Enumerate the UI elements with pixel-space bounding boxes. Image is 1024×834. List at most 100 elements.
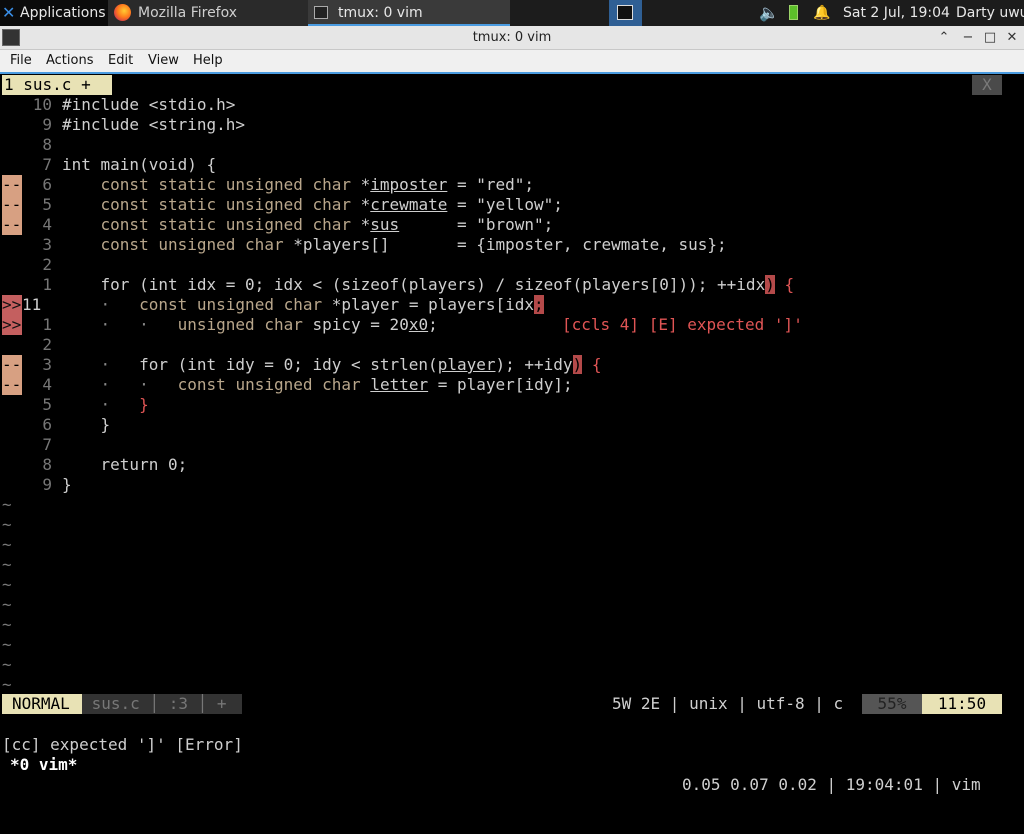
code-text: const static unsigned char *sus = "brown… <box>100 215 554 234</box>
tilde-line: ~ <box>0 655 1024 675</box>
maximize-button[interactable]: □ <box>980 26 1000 49</box>
tilde-line: ~ <box>0 575 1024 595</box>
code-text: · for (int idy = 0; idy < strlen(player)… <box>100 355 602 374</box>
change-sign: -- <box>2 175 22 195</box>
tilde-marker: ~ <box>2 535 12 554</box>
line-number: 1 <box>42 275 52 294</box>
code-line[interactable]: >> 11 · const unsigned char *player = pla… <box>0 295 1024 315</box>
minimize-button[interactable]: − <box>958 26 978 49</box>
tilde-line: ~ <box>0 675 1024 695</box>
code-line[interactable]: -- 6 const static unsigned char *imposter… <box>0 175 1024 195</box>
tmux-window[interactable]: *0 vim* <box>10 755 77 775</box>
notification-bell-icon[interactable]: 🔔 <box>813 0 830 26</box>
diagnostic-virtual-text: [ccls 4] [E] expected ']' <box>562 315 803 334</box>
tilde-line: ~ <box>0 515 1024 535</box>
line-number: 9 <box>42 115 52 134</box>
terminal[interactable]: 1 sus.c + X 10 #include <stdio.h> 9 #includ… <box>0 74 1024 794</box>
tilde-line: ~ <box>0 615 1024 635</box>
code-line[interactable]: 2 <box>0 255 1024 275</box>
code-line[interactable]: 10 #include <stdio.h> <box>0 95 1024 115</box>
task-firefox[interactable]: Mozilla Firefox <box>108 0 308 26</box>
tilde-line: ~ <box>0 535 1024 555</box>
code-line[interactable]: 5 · } <box>0 395 1024 415</box>
code-line[interactable]: 6 } <box>0 415 1024 435</box>
task-firefox-label: Mozilla Firefox <box>138 5 238 21</box>
change-sign: -- <box>2 215 22 235</box>
top-panel: ✕ Applications Mozilla Firefox tmux: 0 v… <box>0 0 1024 26</box>
firefox-icon <box>114 4 131 21</box>
tilde-marker: ~ <box>2 615 12 634</box>
vim-cmdline[interactable]: [cc] expected ']' [Error] <box>0 715 1024 754</box>
clock[interactable]: Sat 2 Jul, 19:04 <box>843 0 950 26</box>
code-line[interactable]: 9} <box>0 475 1024 495</box>
code-text: · · const unsigned char letter = player[… <box>100 375 573 394</box>
line-number: 8 <box>42 135 52 154</box>
code-text: return 0; <box>62 455 188 474</box>
menu-view[interactable]: View <box>148 50 179 72</box>
window-title: tmux: 0 vim <box>472 30 552 45</box>
window-titlebar[interactable]: tmux: 0 vim ⌃ − □ ✕ <box>0 26 1024 50</box>
battery-icon[interactable] <box>789 5 798 20</box>
line-number: 1 <box>42 315 52 334</box>
vim-tab[interactable]: 1 sus.c + <box>2 75 112 95</box>
tilde-line: ~ <box>0 595 1024 615</box>
modified-flag: + <box>216 694 227 713</box>
cursor-position: 11:50 <box>922 694 1002 714</box>
line-number: 4 <box>42 215 52 234</box>
tilde-line: ~ <box>0 495 1024 515</box>
user-name[interactable]: Darty uwu <box>956 0 1024 26</box>
close-button[interactable]: ✕ <box>1002 26 1022 49</box>
code-line[interactable]: >> 1 · · unsigned char spicy = 20x0; [ccls… <box>0 315 1024 335</box>
tilde-marker: ~ <box>2 635 12 654</box>
menu-help[interactable]: Help <box>193 50 223 72</box>
line-number: 2 <box>42 255 52 274</box>
menu-edit[interactable]: Edit <box>108 50 133 72</box>
code-line[interactable]: 9 #include <string.h> <box>0 115 1024 135</box>
code-line[interactable]: -- 4 · · const unsigned char letter = pla… <box>0 375 1024 395</box>
line-number: 9 <box>42 475 52 494</box>
line-number: 2 <box>42 335 52 354</box>
terminal-icon <box>314 6 328 19</box>
code-line[interactable]: 1 for (int idx = 0; idx < (sizeof(player… <box>0 275 1024 295</box>
code-line[interactable]: 8 <box>0 135 1024 155</box>
code-text: · · unsigned char spicy = 20x0; <box>100 315 438 334</box>
vim-tabline: 1 sus.c + X <box>0 75 1024 95</box>
volume-icon[interactable]: 🔈 <box>759 0 779 26</box>
workspace-terminal-button[interactable] <box>609 0 642 26</box>
buffer-number: :3 <box>168 694 188 713</box>
change-sign: -- <box>2 195 22 215</box>
line-number: 5 <box>42 195 52 214</box>
applications-menu[interactable]: ✕ Applications <box>0 0 108 26</box>
code-text: const unsigned char *players[] = {impost… <box>100 235 727 254</box>
change-sign: -- <box>2 355 22 375</box>
task-tmux[interactable]: tmux: 0 vim <box>308 0 510 26</box>
code-text: #include <string.h> <box>62 115 246 134</box>
mode-indicator: NORMAL <box>2 694 82 714</box>
menu-file[interactable]: File <box>10 50 32 72</box>
code-line[interactable]: 7 int main(void) { <box>0 155 1024 175</box>
tilde-marker: ~ <box>2 655 12 674</box>
code-line[interactable]: 7 <box>0 435 1024 455</box>
applications-label: Applications <box>20 5 106 21</box>
vim-statusline: NORMAL sus.c │ :3 │ + 5W 2E | unix | utf… <box>0 694 1024 714</box>
line-number: 7 <box>42 435 52 454</box>
tab-close-button[interactable]: X <box>972 75 1002 95</box>
shade-button[interactable]: ⌃ <box>934 26 954 49</box>
code-line[interactable]: -- 3 · for (int idy = 0; idy < strlen(pla… <box>0 355 1024 375</box>
line-number: 3 <box>42 355 52 374</box>
menu-actions[interactable]: Actions <box>46 50 94 72</box>
line-number: 6 <box>42 175 52 194</box>
tilde-marker: ~ <box>2 595 12 614</box>
code-line[interactable]: 3 const unsigned char *players[] = {impo… <box>0 235 1024 255</box>
terminal-icon <box>617 5 633 20</box>
tilde-line: ~ <box>0 555 1024 575</box>
tilde-marker: ~ <box>2 495 12 514</box>
change-sign: -- <box>2 375 22 395</box>
line-number: 10 <box>32 95 52 114</box>
code-line[interactable]: 2 <box>0 335 1024 355</box>
tilde-marker: ~ <box>2 555 12 574</box>
code-line[interactable]: -- 4 const static unsigned char *sus = "b… <box>0 215 1024 235</box>
code-line[interactable]: 8 return 0; <box>0 455 1024 475</box>
code-line[interactable]: -- 5 const static unsigned char *crewmate… <box>0 195 1024 215</box>
tilde-line: ~ <box>0 635 1024 655</box>
